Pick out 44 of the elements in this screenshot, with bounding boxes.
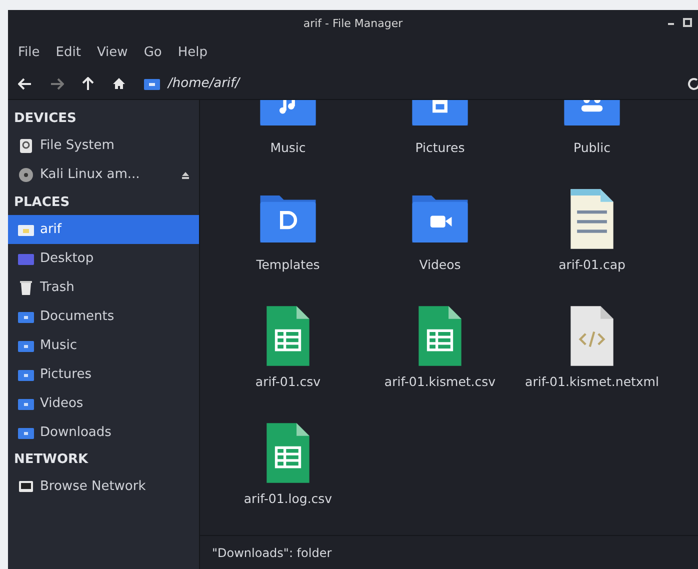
file-name[interactable]: arif-01.kismet.csv: [384, 374, 496, 390]
file-name[interactable]: arif-01.cap: [558, 257, 626, 273]
file-name[interactable]: Templates: [256, 257, 320, 273]
monitor-icon: [18, 479, 34, 495]
menu-item[interactable]: Help: [172, 41, 214, 65]
sidebar-item[interactable]: Desktop: [8, 244, 199, 273]
sidebar-item[interactable]: Videos: [8, 389, 199, 418]
file-name[interactable]: arif-01.csv: [255, 374, 321, 390]
status-text: "Downloads": folder: [212, 544, 332, 562]
menu-item[interactable]: Go: [138, 41, 168, 65]
back-icon[interactable]: [18, 78, 32, 90]
sidebar-item[interactable]: Trash: [8, 273, 199, 302]
sidebar-item[interactable]: arif: [8, 215, 199, 244]
sidebar-item[interactable]: Browse Network: [8, 472, 199, 502]
menu-item[interactable]: View: [90, 41, 134, 65]
sidebar-item[interactable]: Documents: [8, 302, 199, 331]
file-name[interactable]: arif-01.kismet.netxml: [525, 374, 659, 390]
file-name[interactable]: Videos: [419, 257, 461, 273]
location-path[interactable]: /home/arif/: [168, 74, 240, 94]
menu-item[interactable]: File: [12, 41, 46, 65]
eject-icon[interactable]: [182, 172, 189, 178]
sidebar-item[interactable]: Music: [8, 331, 199, 360]
sidebar-item[interactable]: Kali Linux am...: [8, 160, 199, 190]
home-icon[interactable]: [112, 77, 126, 90]
window-title: arif - File Manager: [303, 16, 403, 32]
section-heading: NETWORK: [13, 451, 90, 469]
file-name[interactable]: Music: [270, 140, 306, 156]
sidebar-item[interactable]: File System: [8, 132, 199, 160]
maximize-icon[interactable]: [683, 18, 692, 27]
section-heading: PLACES: [13, 194, 71, 212]
drive-icon: [18, 138, 34, 154]
sidebar-item[interactable]: Pictures: [8, 360, 199, 389]
menu-item[interactable]: Edit: [50, 41, 87, 65]
up-icon[interactable]: [82, 76, 94, 90]
forward-icon[interactable]: [50, 78, 64, 90]
sidebar-item[interactable]: Downloads: [8, 418, 199, 447]
section-heading: DEVICES: [13, 110, 78, 128]
file-name[interactable]: Pictures: [415, 140, 465, 156]
file-name[interactable]: arif-01.log.csv: [244, 491, 332, 507]
folder-icon: [144, 78, 160, 90]
file-name[interactable]: Public: [574, 140, 610, 156]
reload-icon[interactable]: [688, 76, 698, 90]
disc-icon: [18, 167, 34, 183]
trash-icon: [18, 280, 34, 296]
